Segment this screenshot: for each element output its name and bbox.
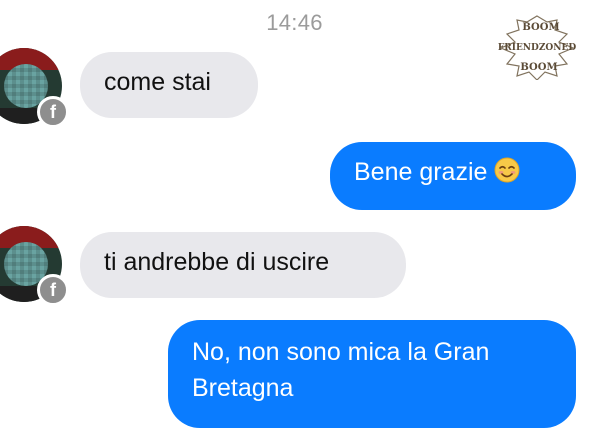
smiling-face-emoji-icon [494,157,520,183]
watermark-line3: BOOM [520,62,557,73]
outgoing-message-bubble[interactable]: No, non sono mica la Gran Bretagna [168,320,576,428]
facebook-badge-icon: f [37,96,69,128]
facebook-badge-icon: f [37,274,69,306]
message-text: come stai [104,68,211,96]
incoming-message-bubble[interactable]: come stai [80,52,258,118]
watermark-line1: BOOM [522,22,559,33]
watermark-logo: BOOM FRIENDZONED BOOM [498,15,576,80]
outgoing-message-bubble[interactable]: Bene grazie [330,142,576,210]
message-text: ti andrebbe di uscire [104,248,330,276]
message-text: No, non sono mica la Gran Bretagna [192,338,490,402]
message-text: Bene grazie [354,158,488,186]
incoming-message-bubble[interactable]: ti andrebbe di uscire [80,232,406,298]
watermark-line2: FRIENDZONED [498,43,576,53]
